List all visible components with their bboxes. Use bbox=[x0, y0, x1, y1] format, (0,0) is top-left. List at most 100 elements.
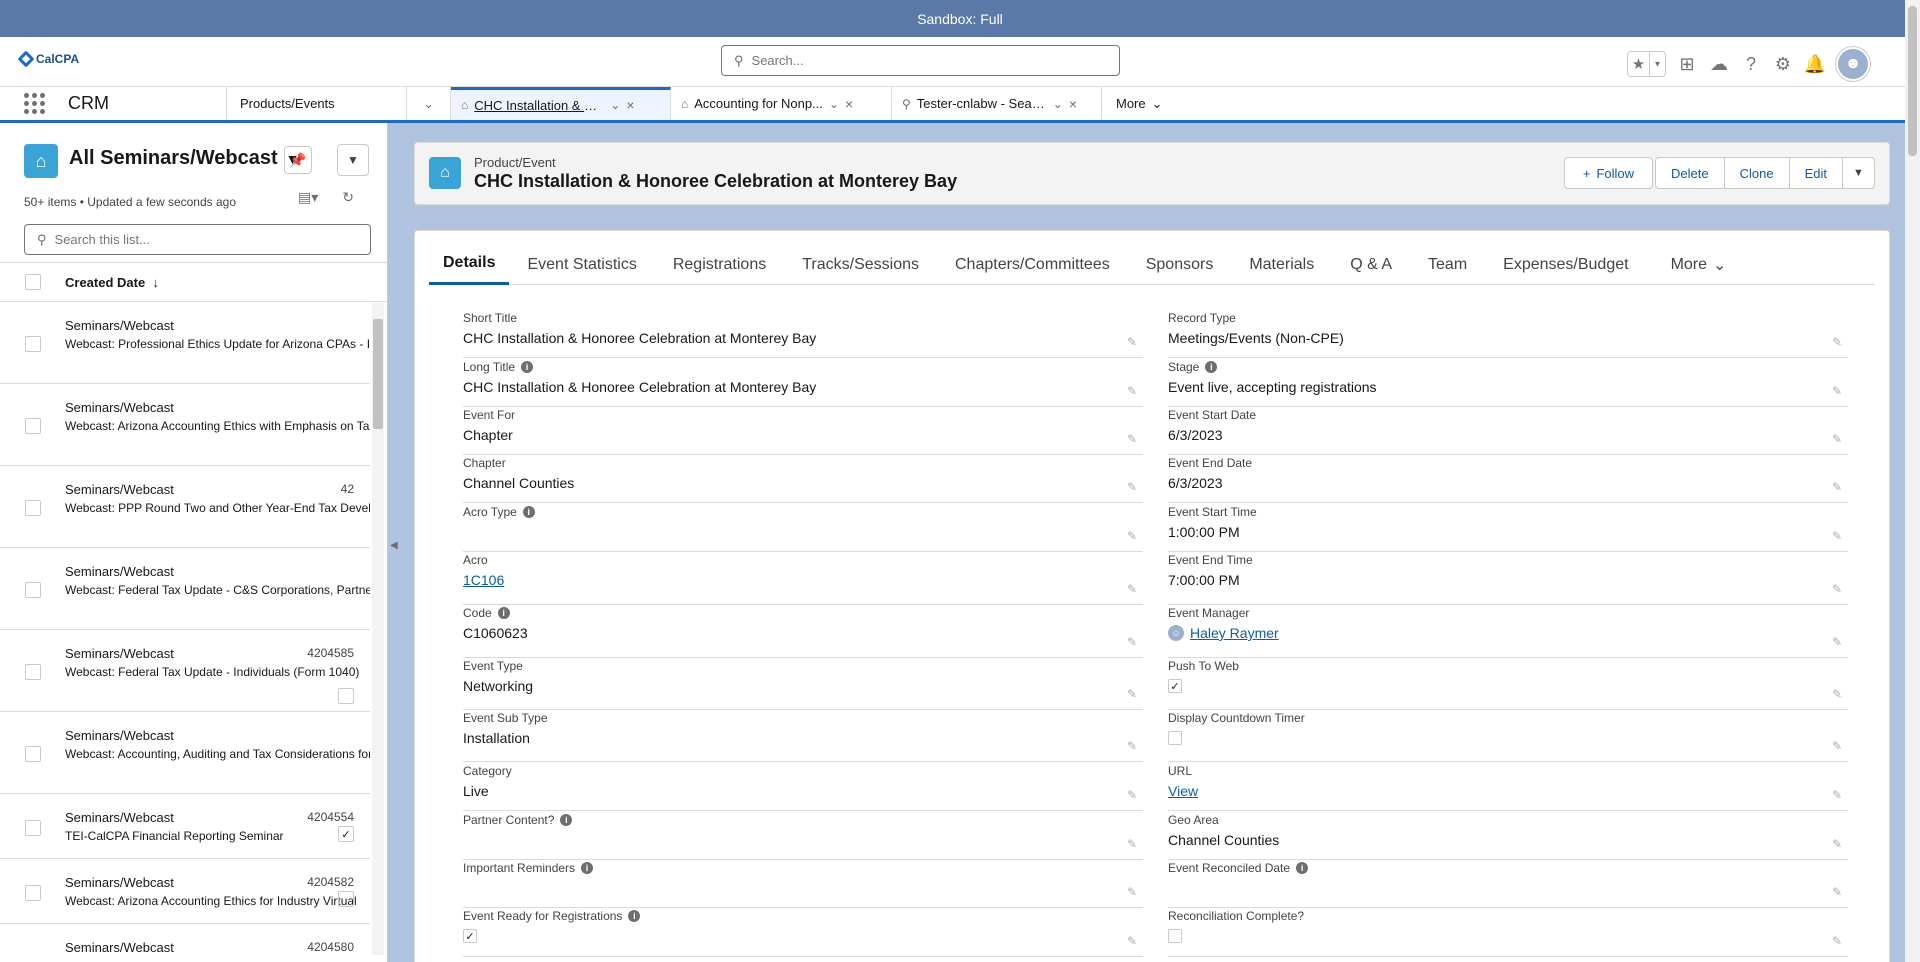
row-checkbox[interactable] bbox=[25, 336, 41, 352]
row-checkbox[interactable] bbox=[25, 664, 41, 680]
edit-pencil-icon[interactable]: ✎ bbox=[1127, 335, 1137, 349]
field-value-text[interactable]: Haley Raymer bbox=[1190, 625, 1279, 641]
row-checkbox[interactable] bbox=[25, 418, 41, 434]
info-icon[interactable]: i bbox=[581, 862, 594, 874]
edit-pencil-icon[interactable]: ✎ bbox=[1832, 885, 1842, 899]
setup-gear-icon[interactable]: ⚙ bbox=[1772, 53, 1794, 75]
row-checkbox[interactable] bbox=[25, 885, 41, 901]
split-view-toggle[interactable]: ◀ bbox=[390, 540, 398, 551]
close-tab-icon[interactable]: × bbox=[845, 96, 853, 112]
sort-column-created-date[interactable]: Created Date ↓ bbox=[65, 275, 159, 290]
delete-button[interactable]: Delete bbox=[1655, 157, 1725, 189]
info-icon[interactable]: i bbox=[560, 814, 573, 826]
edit-pencil-icon[interactable]: ✎ bbox=[1127, 837, 1137, 851]
nav-item-products-events[interactable]: Products/Events bbox=[227, 87, 407, 120]
workspace-tab-search[interactable]: ⚲ Tester-cnlabw - Search ⌄ × bbox=[892, 87, 1102, 120]
info-icon[interactable]: i bbox=[521, 361, 534, 373]
list-item[interactable]: Seminars/Webcast Webcast: Accounting, Au… bbox=[0, 712, 370, 794]
edit-pencil-icon[interactable]: ✎ bbox=[1127, 739, 1137, 753]
list-item[interactable]: Seminars/Webcast 4204554 TEI-CalCPA Fina… bbox=[0, 794, 370, 859]
list-search-input[interactable] bbox=[54, 232, 355, 247]
edit-pencil-icon[interactable]: ✎ bbox=[1832, 934, 1842, 948]
favorites-star-icon[interactable]: ★ bbox=[1628, 52, 1649, 76]
help-icon[interactable]: ? bbox=[1740, 53, 1762, 75]
info-icon[interactable]: i bbox=[628, 910, 641, 922]
edit-pencil-icon[interactable]: ✎ bbox=[1127, 687, 1137, 701]
workspace-tab-accounting[interactable]: ⌂ Accounting for Nonp... ⌄ × bbox=[671, 87, 892, 120]
edit-pencil-icon[interactable]: ✎ bbox=[1127, 384, 1137, 398]
edit-pencil-icon[interactable]: ✎ bbox=[1832, 687, 1842, 701]
app-launcher-button[interactable] bbox=[0, 87, 68, 120]
clone-button[interactable]: Clone bbox=[1724, 157, 1790, 189]
pin-list-button[interactable]: 📌 bbox=[284, 146, 312, 174]
tab-team[interactable]: Team bbox=[1410, 245, 1485, 285]
calcpa-logo[interactable]: CalCPA bbox=[17, 50, 79, 68]
edit-pencil-icon[interactable]: ✎ bbox=[1127, 934, 1137, 948]
workspace-tab-chc-installation[interactable]: ⌂ CHC Installation & H... ⌄ × bbox=[451, 87, 671, 120]
list-item[interactable]: Seminars/Webcast Webcast: Federal Tax Up… bbox=[0, 548, 370, 630]
scrollbar-thumb[interactable] bbox=[1908, 6, 1917, 156]
list-item[interactable]: Seminars/Webcast Webcast: Professional E… bbox=[0, 302, 370, 384]
follow-button[interactable]: + Follow bbox=[1563, 157, 1654, 189]
global-actions-icon[interactable]: ⊞ bbox=[1676, 53, 1698, 75]
chevron-down-icon[interactable]: ⌄ bbox=[610, 98, 620, 112]
edit-pencil-icon[interactable]: ✎ bbox=[1832, 529, 1842, 543]
info-icon[interactable]: i bbox=[1296, 862, 1309, 874]
row-checkbox[interactable] bbox=[25, 820, 41, 836]
field-value[interactable]: View bbox=[1168, 782, 1848, 800]
info-icon[interactable]: i bbox=[522, 506, 535, 518]
page-scrollbar[interactable] bbox=[1905, 0, 1920, 962]
list-item[interactable]: Seminars/Webcast 4204580 bbox=[0, 924, 370, 962]
edit-pencil-icon[interactable]: ✎ bbox=[1127, 635, 1137, 649]
edit-pencil-icon[interactable]: ✎ bbox=[1832, 432, 1842, 446]
row-checkbox[interactable] bbox=[25, 746, 41, 762]
edit-pencil-icon[interactable]: ✎ bbox=[1127, 529, 1137, 543]
notifications-bell-icon[interactable]: 🔔 bbox=[1804, 53, 1826, 75]
edit-pencil-icon[interactable]: ✎ bbox=[1127, 582, 1137, 596]
edit-pencil-icon[interactable]: ✎ bbox=[1832, 837, 1842, 851]
global-search[interactable]: ⚲ bbox=[721, 45, 1120, 76]
edit-pencil-icon[interactable]: ✎ bbox=[1127, 788, 1137, 802]
tab-materials[interactable]: Materials bbox=[1231, 245, 1332, 285]
trailhead-icon[interactable]: ☁ bbox=[1708, 53, 1730, 75]
row-checkbox[interactable] bbox=[25, 500, 41, 516]
user-avatar[interactable]: ☻ bbox=[1836, 47, 1870, 81]
chevron-down-icon[interactable]: ⌄ bbox=[829, 97, 839, 111]
refresh-icon[interactable]: ↻ bbox=[342, 189, 354, 206]
edit-pencil-icon[interactable]: ✎ bbox=[1832, 384, 1842, 398]
tab-chapters-committees[interactable]: Chapters/Committees bbox=[937, 245, 1128, 285]
global-search-input[interactable] bbox=[751, 53, 1092, 68]
list-item[interactable]: Seminars/Webcast 4204585 Webcast: Federa… bbox=[0, 630, 370, 712]
list-search[interactable]: ⚲ bbox=[24, 224, 371, 255]
edit-pencil-icon[interactable]: ✎ bbox=[1832, 480, 1842, 494]
scrollbar-thumb[interactable] bbox=[373, 319, 383, 429]
list-item[interactable]: Seminars/Webcast Webcast: Arizona Accoun… bbox=[0, 384, 370, 466]
info-icon[interactable]: i bbox=[1205, 361, 1218, 373]
edit-pencil-icon[interactable]: ✎ bbox=[1832, 582, 1842, 596]
edit-pencil-icon[interactable]: ✎ bbox=[1127, 480, 1137, 494]
edit-pencil-icon[interactable]: ✎ bbox=[1127, 885, 1137, 899]
select-all-checkbox[interactable] bbox=[25, 274, 41, 290]
edit-pencil-icon[interactable]: ✎ bbox=[1832, 788, 1842, 802]
tab-tracks-sessions[interactable]: Tracks/Sessions bbox=[784, 245, 937, 285]
list-view-selector[interactable]: All Seminars/Webcast ▼ bbox=[69, 147, 299, 170]
tab-expenses-budget[interactable]: Expenses/Budget bbox=[1485, 245, 1646, 285]
edit-pencil-icon[interactable]: ✎ bbox=[1832, 739, 1842, 753]
field-value-text[interactable]: 1C106 bbox=[463, 572, 504, 588]
tab-event-statistics[interactable]: Event Statistics bbox=[509, 245, 654, 285]
tab-sponsors[interactable]: Sponsors bbox=[1128, 245, 1232, 285]
chevron-down-icon[interactable]: ⌄ bbox=[1053, 97, 1063, 111]
field-value[interactable]: 1C106 bbox=[463, 571, 1143, 589]
list-item[interactable]: Seminars/Webcast 4204582 Webcast: Arizon… bbox=[0, 859, 370, 924]
tab-q-and-a[interactable]: Q & A bbox=[1332, 245, 1410, 285]
info-icon[interactable]: i bbox=[497, 607, 510, 619]
nav-more-button[interactable]: More ⌄ bbox=[1102, 87, 1177, 120]
nav-products-dropdown[interactable]: ⌄ bbox=[407, 87, 451, 120]
list-actions-dropdown[interactable]: ▼ bbox=[337, 144, 369, 176]
field-value[interactable]: ☺ Haley Raymer bbox=[1168, 624, 1848, 642]
more-actions-dropdown[interactable]: ▼ bbox=[1843, 157, 1875, 189]
edit-pencil-icon[interactable]: ✎ bbox=[1832, 635, 1842, 649]
tab-more[interactable]: More ⌄ bbox=[1653, 245, 1745, 285]
edit-pencil-icon[interactable]: ✎ bbox=[1127, 432, 1137, 446]
list-scrollbar[interactable] bbox=[372, 303, 384, 955]
